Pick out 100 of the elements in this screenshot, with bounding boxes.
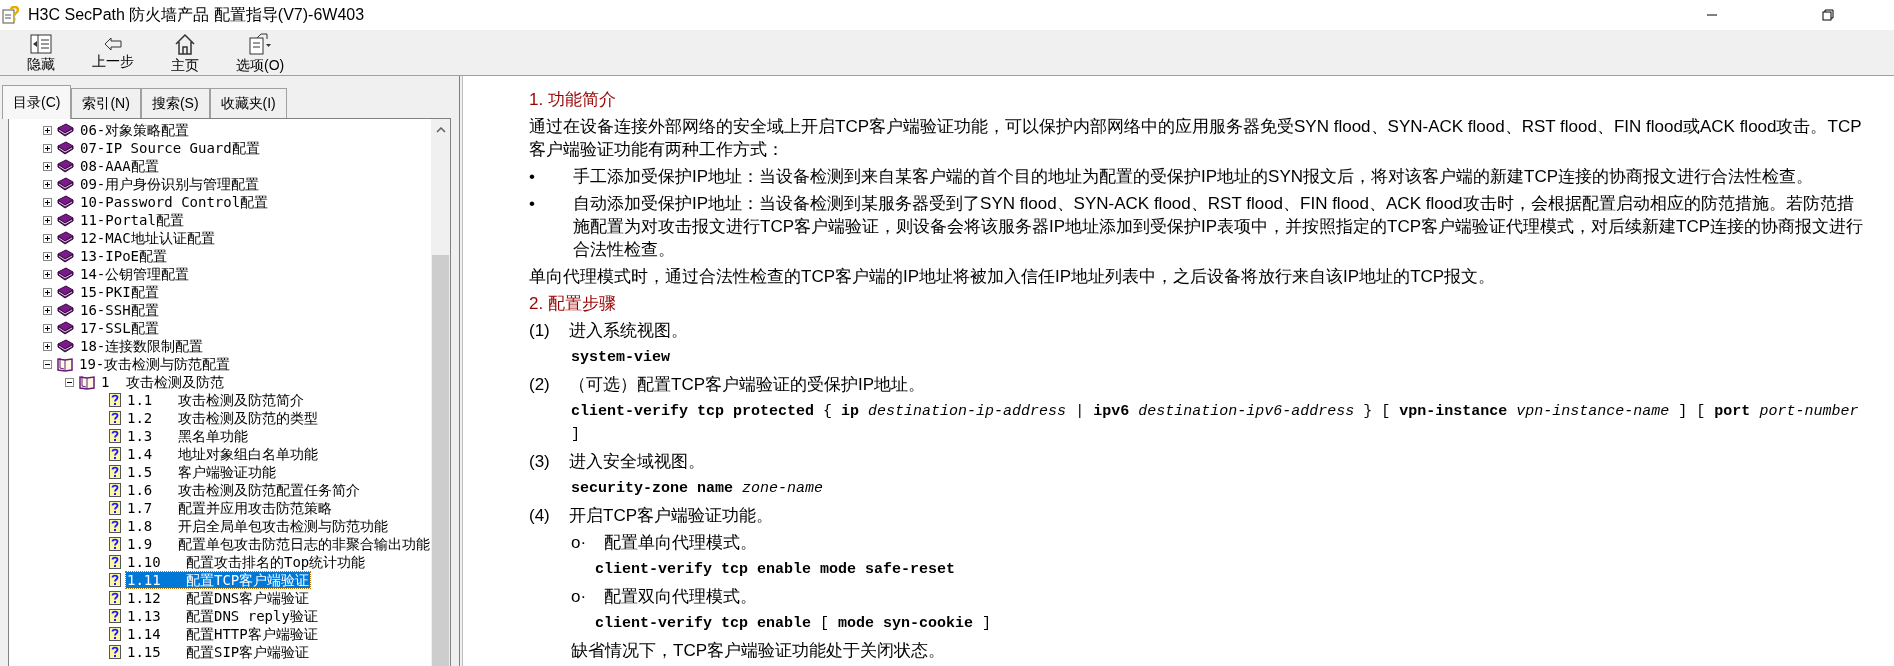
toolbar-button[interactable]: 隐藏: [14, 30, 68, 75]
help-page-icon: [109, 465, 121, 479]
expand-icon[interactable]: [43, 269, 52, 279]
tree-item[interactable]: 06-对象策略配置: [79, 122, 191, 138]
expand-icon[interactable]: [43, 215, 52, 225]
tree-item[interactable]: 07-IP Source Guard配置: [79, 140, 261, 156]
expand-icon[interactable]: [43, 341, 52, 351]
toolbar-button[interactable]: 上一步: [86, 30, 140, 75]
step-text: 开启TCP客户端验证功能。: [569, 505, 773, 527]
tree-item[interactable]: 1.13 配置DNS reply验证: [126, 608, 319, 624]
tree-item[interactable]: 1.4 地址对象组白名单功能: [126, 446, 319, 462]
help-page-icon: [109, 555, 121, 569]
tab[interactable]: 目录(C): [2, 85, 72, 119]
help-page-icon: [109, 591, 121, 605]
expand-icon[interactable]: [43, 161, 52, 171]
hide-pane-icon: [30, 33, 52, 54]
tree-item[interactable]: 1.11 配置TCP客户端验证: [126, 572, 311, 588]
note-text: 缺省情况下，TCP客户端验证功能处于关闭状态。: [571, 641, 945, 660]
tree-item[interactable]: 1.14 配置HTTP客户端验证: [126, 626, 319, 642]
step-number: (4): [529, 505, 551, 527]
tree-item[interactable]: 18-连接数限制配置: [79, 338, 205, 354]
tree-item[interactable]: 1.15 配置SIP客户端验证: [126, 644, 311, 660]
help-page-icon: [109, 483, 121, 497]
book-icon: [57, 141, 74, 155]
tree-item[interactable]: 1.6 攻击检测及防范配置任务简介: [126, 482, 361, 498]
open-book-icon: [57, 356, 73, 372]
tree-item[interactable]: 14-公钥管理配置: [79, 266, 191, 282]
step-number: (2): [529, 374, 551, 396]
sub-bullet-icon: o·: [571, 531, 604, 554]
tree-item[interactable]: 08-AAA配置: [79, 158, 160, 174]
tree-item[interactable]: 19-攻击检测与防范配置: [78, 356, 232, 372]
step-text: 配置双向代理模式。: [604, 586, 757, 608]
tree-item[interactable]: 12-MAC地址认证配置: [79, 230, 216, 246]
tab[interactable]: 搜索(S): [140, 88, 210, 118]
open-book-icon: [79, 374, 95, 390]
help-page-icon: [109, 411, 121, 425]
expand-icon[interactable]: [43, 305, 52, 315]
tab[interactable]: 收藏夹(I): [209, 88, 287, 118]
step-number: (3): [529, 451, 551, 473]
window-title: H3C SecPath 防火墙产品 配置指导(V7)-6W403: [28, 5, 365, 25]
toolbar-button[interactable]: 选项(O): [230, 30, 291, 75]
book-icon: [57, 303, 74, 317]
section-heading: 1. 功能简介: [529, 90, 616, 109]
help-page-icon: [109, 429, 121, 443]
bullet-icon: •: [529, 165, 569, 188]
step-text: 配置单向代理模式。: [604, 532, 757, 554]
help-page-icon: [109, 393, 121, 407]
book-icon: [57, 267, 74, 281]
collapse-icon[interactable]: [65, 377, 74, 387]
book-icon: [57, 339, 74, 353]
tree-item[interactable]: 1.12 配置DNS客户端验证: [126, 590, 311, 606]
scrollbar[interactable]: [431, 119, 450, 666]
tree-item[interactable]: 15-PKI配置: [79, 284, 160, 300]
tree-item[interactable]: 1.8 开启全局单包攻击检测与防范功能: [126, 518, 389, 534]
tree-item[interactable]: 1.2 攻击检测及防范的类型: [126, 410, 319, 426]
step-text: 进入系统视图。: [569, 320, 688, 342]
command-line: client-verify tcp protected { ip destination-ip-address | ipv6 destination-ipv6-address } [ vpn-instance vpn-instance-name ] [ port port-number ]: [571, 403, 1859, 443]
bullet-text: 自动添加受保护IP地址：当设备检测到某服务器受到了SYN flood、SYN-ACK flood、RST flood、FIN flood、ACK flood攻击时，会根据配置启动相应的防范措施。若防范措施配置为对攻击报文进行TCP客户端验证，则设备会将该服务器IP地址添加到受保护IP表项中，并按照指定的TCP客户端验证代理模式，对后续新建TCP连接的协商报文进行合法性检查。: [572, 193, 1865, 261]
toolbar-button[interactable]: 主页: [158, 30, 212, 75]
section-heading: 2. 配置步骤: [529, 294, 616, 313]
expand-icon[interactable]: [43, 197, 52, 207]
collapse-icon[interactable]: [43, 359, 52, 369]
book-icon: [57, 123, 74, 137]
tree-item[interactable]: 13-IPoE配置: [79, 248, 168, 264]
book-icon: [57, 321, 74, 335]
expand-icon[interactable]: [43, 287, 52, 297]
step-number: (1): [529, 320, 551, 342]
tree-item[interactable]: 17-SSL配置: [79, 320, 160, 336]
expand-icon[interactable]: [43, 251, 52, 261]
back-arrow-icon: [104, 36, 122, 51]
help-page-icon: [109, 645, 121, 659]
tree-item[interactable]: 1.7 配置并应用攻击防范策略: [126, 500, 333, 516]
expand-icon[interactable]: [43, 143, 52, 153]
scrollbar-thumb[interactable]: [432, 255, 449, 666]
expand-icon[interactable]: [43, 179, 52, 189]
tree-item[interactable]: 16-SSH配置: [79, 302, 160, 318]
help-page-icon: [109, 537, 121, 551]
help-page-icon: [109, 447, 121, 461]
tree-item[interactable]: 1.3 黑名单功能: [126, 428, 249, 444]
tree-item[interactable]: 1.5 客户端验证功能: [126, 464, 277, 480]
tree-item[interactable]: 1.9 配置单包攻击防范日志的非聚合输出功能: [126, 536, 431, 552]
help-page-icon: [109, 627, 121, 641]
tree-item[interactable]: 1.1 攻击检测及防范简介: [126, 392, 305, 408]
tab[interactable]: 索引(N): [71, 88, 141, 118]
help-page-icon: [109, 609, 121, 623]
command-line: security-zone name zone-name: [571, 480, 824, 497]
tree-item[interactable]: 1.10 配置攻击排名的Top统计功能: [126, 554, 367, 570]
expand-icon[interactable]: [43, 233, 52, 243]
tree-item[interactable]: 11-Portal配置: [79, 212, 185, 228]
expand-icon[interactable]: [43, 323, 52, 333]
bullet-text: 手工添加受保护IP地址：当设备检测到来自某客户端的首个目的地址为配置的受保护IP地址的SYN报文后，将对该客户端的新建TCP连接的协商报文进行合法性检查。: [572, 166, 1814, 188]
tree-item[interactable]: 10-Password Control配置: [79, 194, 270, 210]
book-icon: [57, 195, 74, 209]
tree-item[interactable]: 1 攻击检测及防范: [100, 374, 226, 390]
tree-item[interactable]: 09-用户身份识别与管理配置: [79, 176, 261, 192]
book-icon: [57, 159, 74, 173]
restore-icon[interactable]: [1822, 9, 1834, 21]
help-page-icon: [109, 501, 121, 515]
expand-icon[interactable]: [43, 125, 52, 135]
scroll-up-icon[interactable]: [435, 127, 446, 133]
